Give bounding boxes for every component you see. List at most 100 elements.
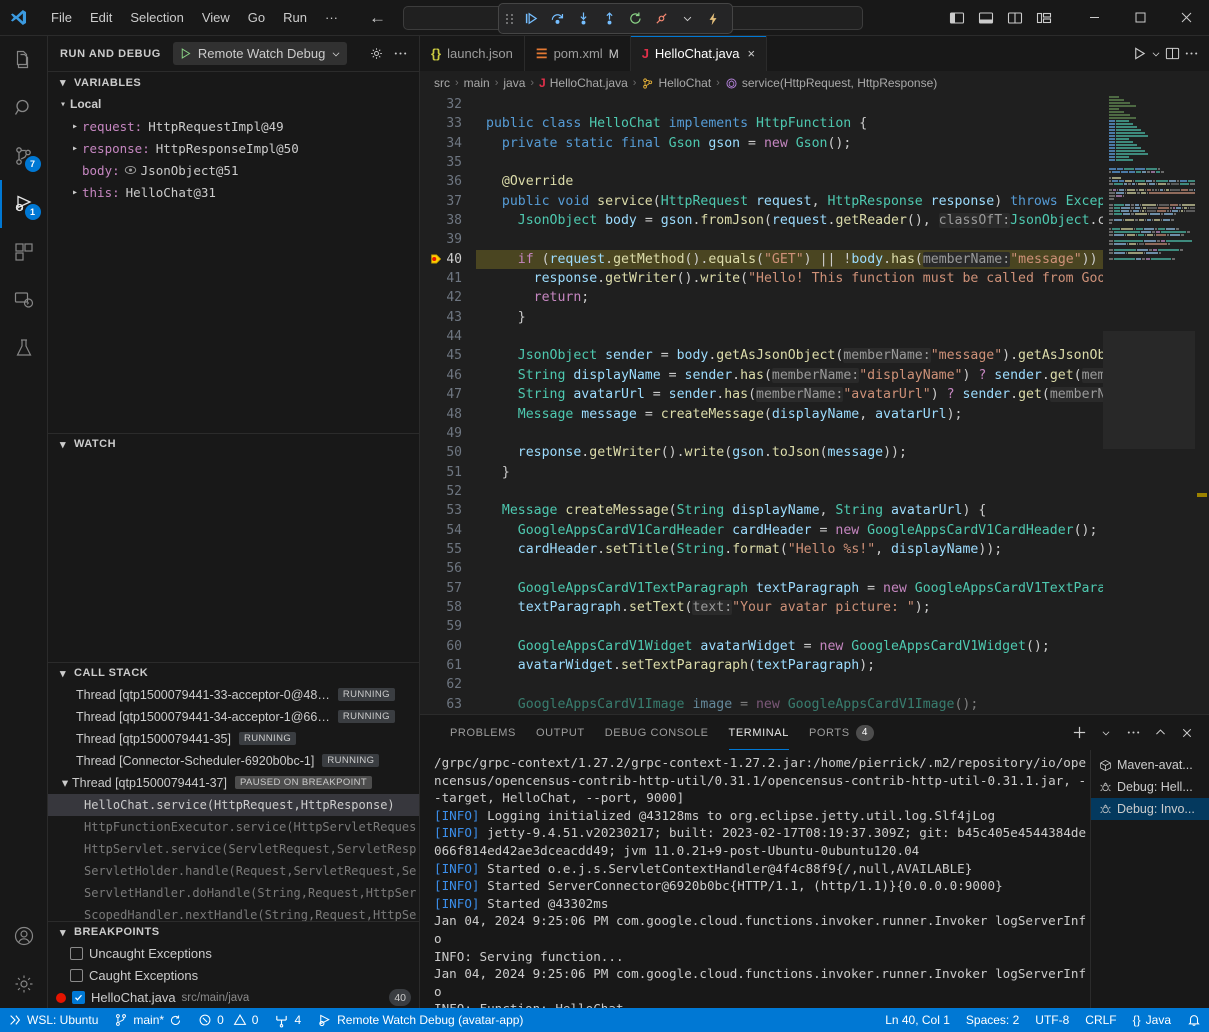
menu-view[interactable]: View (193, 6, 239, 29)
activity-source-control[interactable]: 7 (0, 132, 48, 180)
continue-button[interactable] (519, 7, 543, 31)
ellipsis-icon[interactable] (1184, 46, 1199, 61)
run-java-icon[interactable] (1132, 46, 1147, 61)
menu-go[interactable]: Go (239, 6, 274, 29)
tab-terminal[interactable]: TERMINAL (719, 715, 799, 750)
menu-edit[interactable]: Edit (81, 6, 121, 29)
overview-ruler[interactable] (1195, 95, 1209, 714)
chevron-up-icon[interactable] (1148, 721, 1172, 745)
code-line[interactable]: 36 @Override (420, 172, 1103, 191)
callstack-thread-paused[interactable]: ▾ Thread [qtp1500079441-37] PAUSED ON BR… (48, 772, 419, 794)
step-out-button[interactable] (597, 7, 621, 31)
close-icon[interactable]: × (747, 46, 755, 61)
breadcrumb-file[interactable]: J HelloChat.java (539, 76, 628, 90)
callstack-frame[interactable]: ScopedHandler.nextHandle(String,Request,… (48, 904, 419, 921)
activity-run-and-debug[interactable]: 1 (0, 180, 48, 228)
code-line[interactable]: 35 (420, 153, 1103, 172)
terminal-list-item-debug-invoker[interactable]: Debug: Invo... (1091, 798, 1209, 820)
code-line[interactable]: 55 cardHeader.setTitle(String.format("He… (420, 540, 1103, 559)
code-line[interactable]: 46 String displayName = sender.has(membe… (420, 366, 1103, 385)
status-branch[interactable]: main* (106, 1008, 190, 1032)
breakpoint-current-marker-icon[interactable] (429, 253, 443, 266)
code-line[interactable]: 42 return; (420, 288, 1103, 307)
breakpoint-hellochat[interactable]: HelloChat.java src/main/java 40 (48, 987, 419, 1008)
code-line[interactable]: 47 String avatarUrl = sender.has(memberN… (420, 385, 1103, 404)
toggle-panel-icon[interactable] (973, 5, 999, 31)
code-line[interactable]: 50 response.getWriter().write(gson.toJso… (420, 443, 1103, 462)
chevron-down-icon[interactable] (1151, 49, 1161, 59)
activity-explorer[interactable] (0, 36, 48, 84)
callstack-thread[interactable]: Thread [qtp1500079441-33-acceptor-0@48… … (48, 684, 419, 706)
section-header-variables[interactable]: ▾ VARIABLES (48, 71, 419, 93)
section-header-callstack[interactable]: ▾ CALL STACK (48, 662, 419, 684)
step-over-button[interactable] (545, 7, 569, 31)
breakpoint-uncaught-exceptions[interactable]: Uncaught Exceptions (48, 943, 419, 965)
disconnect-button[interactable] (649, 7, 673, 31)
lightning-icon[interactable] (701, 7, 725, 31)
breadcrumb-method[interactable]: service(HttpRequest, HttpResponse) (725, 76, 937, 90)
code-scroll-area[interactable]: 3233public class HelloChat implements Ht… (420, 95, 1103, 714)
chevron-right-icon[interactable]: ▸ (68, 121, 82, 132)
activity-extensions[interactable] (0, 228, 48, 276)
variable-row-response[interactable]: ▸ response: HttpResponseImpl@50 (48, 137, 419, 159)
code-line[interactable]: 57 GoogleAppsCardV1TextParagraph textPar… (420, 579, 1103, 598)
activity-search[interactable] (0, 84, 48, 132)
status-eol[interactable]: CRLF (1077, 1008, 1124, 1032)
callstack-frame[interactable]: ServletHandler.doHandle(String,Request,H… (48, 882, 419, 904)
customize-layout-icon[interactable] (1031, 5, 1057, 31)
chevron-right-icon[interactable]: ▸ (68, 143, 82, 154)
drag-handle-icon[interactable] (506, 14, 514, 24)
tab-hellochat-java[interactable]: J HelloChat.java × (631, 36, 767, 71)
code-line[interactable]: 52 (420, 482, 1103, 501)
chevron-right-icon[interactable]: ▸ (68, 187, 82, 198)
checkbox[interactable] (70, 969, 83, 982)
minimize-button[interactable] (1071, 0, 1117, 36)
code-line[interactable]: 49 (420, 424, 1103, 443)
checkbox[interactable] (70, 947, 83, 960)
breadcrumb-main[interactable]: main (464, 76, 490, 90)
code-editor[interactable]: 3233public class HelloChat implements Ht… (420, 95, 1209, 714)
callstack-frame[interactable]: HttpServlet.service(ServletRequest,Servl… (48, 838, 419, 860)
code-line[interactable]: 32 (420, 95, 1103, 114)
status-problems[interactable]: 0 0 (190, 1008, 266, 1032)
tab-ports[interactable]: PORTS 4 (799, 715, 884, 750)
chevron-down-icon[interactable] (675, 7, 699, 31)
variable-row-body[interactable]: body: JsonObject@51 (48, 159, 419, 181)
terminal-list-item-debug-hello[interactable]: Debug: Hell... (1091, 776, 1209, 798)
callstack-thread[interactable]: Thread [qtp1500079441-34-acceptor-1@66… … (48, 706, 419, 728)
activity-testing[interactable] (0, 324, 48, 372)
variable-scope-local[interactable]: ▾ Local (48, 93, 419, 115)
breadcrumb-java[interactable]: java (503, 76, 525, 90)
tab-launch-json[interactable]: {} launch.json (420, 36, 525, 71)
arrow-left-icon[interactable]: ← (369, 9, 386, 26)
step-into-button[interactable] (571, 7, 595, 31)
close-icon[interactable] (1175, 721, 1199, 745)
tab-pom-xml[interactable]: ☰ pom.xml M (525, 36, 631, 71)
code-line[interactable]: 58 textParagraph.setText(text:"Your avat… (420, 598, 1103, 617)
callstack-thread[interactable]: Thread [qtp1500079441-35] RUNNING (48, 728, 419, 750)
code-line[interactable]: 45 JsonObject sender = body.getAsJsonObj… (420, 346, 1103, 365)
status-remote-indicator[interactable]: WSL: Ubuntu (0, 1008, 106, 1032)
chevron-down-icon[interactable] (1094, 721, 1118, 745)
activity-remote-explorer[interactable] (0, 276, 48, 324)
eye-icon[interactable] (124, 165, 137, 175)
terminal-list-item-maven[interactable]: Maven-avat... (1091, 754, 1209, 776)
breadcrumb-class[interactable]: HelloChat (641, 76, 711, 90)
breadcrumb-src[interactable]: src (434, 76, 450, 90)
callstack-frame[interactable]: ServletHolder.handle(Request,ServletRequ… (48, 860, 419, 882)
menu-file[interactable]: File (42, 6, 81, 29)
section-header-breakpoints[interactable]: ▾ BREAKPOINTS (48, 921, 419, 943)
sidebar-more-button[interactable] (389, 43, 411, 65)
menu-selection[interactable]: Selection (121, 6, 192, 29)
code-line[interactable]: 34 private static final Gson gson = new … (420, 134, 1103, 153)
code-line[interactable]: 38 JsonObject body = gson.fromJson(reque… (420, 211, 1103, 230)
variable-row-this[interactable]: ▸ this: HelloChat@31 (48, 181, 419, 203)
maximize-button[interactable] (1117, 0, 1163, 36)
code-line[interactable]: 44 (420, 327, 1103, 346)
split-editor-icon[interactable] (1165, 46, 1180, 61)
restart-button[interactable] (623, 7, 647, 31)
code-line[interactable]: 33public class HelloChat implements Http… (420, 114, 1103, 133)
breakpoint-caught-exceptions[interactable]: Caught Exceptions (48, 965, 419, 987)
status-ports[interactable]: 4 (266, 1008, 309, 1032)
ellipsis-icon[interactable] (1121, 721, 1145, 745)
